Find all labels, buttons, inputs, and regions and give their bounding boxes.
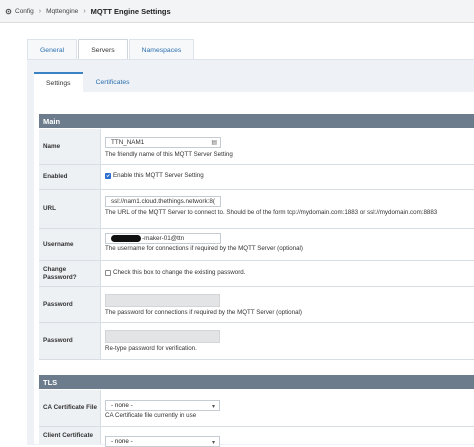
enabled-text: Enable this MQTT Server Setting	[113, 172, 204, 179]
breadcrumb-bar: Config › Mqttengine › MQTT Engine Settin…	[0, 0, 474, 23]
password-confirm-input[interactable]	[105, 330, 220, 343]
password-confirm-help: Re-type password for verification.	[105, 345, 197, 352]
page-title: MQTT Engine Settings	[90, 6, 171, 16]
tab-certificates[interactable]: Certificates	[83, 72, 142, 92]
change-password-text: Check this box to change the existing pa…	[113, 269, 246, 276]
redacted-block	[111, 235, 141, 242]
row-change-password: Change Password? Check this box to change…	[39, 261, 474, 287]
username-value: -maker-01@ttn	[142, 235, 185, 242]
password-input[interactable]	[105, 294, 220, 307]
name-label: Name	[39, 129, 101, 164]
username-label: Username	[39, 229, 101, 260]
password-help: The password for connections if required…	[105, 309, 302, 316]
section-main-header: Main	[39, 114, 474, 128]
change-password-label: Change Password?	[39, 261, 101, 286]
chevron-down-icon: ▾	[211, 404, 215, 410]
username-input[interactable]: -maker-01@ttn	[105, 233, 221, 244]
sub-tabs: Settings Certificates	[34, 72, 143, 92]
url-label: URL	[39, 190, 101, 228]
breadcrumb-config[interactable]: Config	[15, 8, 34, 15]
checkbox-checked-icon	[105, 172, 111, 179]
tab-settings[interactable]: Settings	[34, 72, 83, 92]
row-enabled: Enabled Enable this MQTT Server Setting	[39, 165, 474, 190]
row-client-certificate: Client Certificate - none - ▾	[39, 427, 474, 447]
tab-servers[interactable]: Servers	[78, 39, 128, 60]
ca-certificate-help: CA Certificate file currently in use	[105, 412, 197, 419]
password-confirm-label: Password	[39, 323, 101, 359]
checkbox-empty-icon	[105, 269, 111, 276]
row-username: Username -maker-01@ttn The username for …	[39, 229, 474, 261]
name-value: TTN_NAM1	[111, 139, 145, 146]
chevron-down-icon: ▾	[211, 440, 215, 446]
row-password-confirm: Password Re-type password for verificati…	[39, 323, 474, 360]
client-certificate-select[interactable]: - none - ▾	[105, 436, 220, 447]
password-label: Password	[39, 287, 101, 322]
url-help: The URL of the MQTT Server to connect to…	[105, 209, 438, 216]
enabled-checkbox[interactable]: Enable this MQTT Server Setting	[105, 172, 204, 179]
enabled-label: Enabled	[39, 165, 101, 189]
client-certificate-label: Client Certificate	[39, 427, 101, 444]
row-password: Password The password for connections if…	[39, 287, 474, 323]
name-help: The friendly name of this MQTT Server Se…	[105, 151, 233, 158]
gear-icon	[5, 8, 12, 14]
section-tls-header: TLS	[39, 375, 474, 389]
row-url: URL ssl://nam1.cloud.thethings.network:8…	[39, 190, 474, 229]
username-help: The username for connections if required…	[105, 245, 303, 252]
ca-certificate-value: - none -	[111, 402, 133, 409]
row-name: Name TTN_NAM1 ▤ The friendly name of thi…	[39, 129, 474, 165]
top-tabs: General Servers Namespaces	[27, 39, 195, 60]
card-icon: ▤	[211, 140, 217, 146]
breadcrumb-module[interactable]: Mqttengine	[46, 8, 78, 15]
name-input[interactable]: TTN_NAM1 ▤	[105, 137, 221, 148]
chevron-right-icon: ›	[38, 7, 42, 15]
change-password-checkbox[interactable]: Check this box to change the existing pa…	[105, 269, 245, 276]
tab-general[interactable]: General	[27, 39, 78, 60]
ca-certificate-select[interactable]: - none - ▾	[105, 400, 220, 411]
tab-namespaces[interactable]: Namespaces	[128, 39, 195, 60]
chevron-right-icon: ›	[83, 7, 86, 15]
ca-certificate-label: CA Certificate File	[39, 390, 101, 426]
change-password-label-line1: Change	[43, 265, 67, 273]
row-ca-certificate: CA Certificate File - none - ▾ CA Certif…	[39, 390, 474, 427]
url-input[interactable]: ssl://nam1.cloud.thethings.network:8(	[105, 196, 221, 207]
change-password-label-line2: Password?	[43, 273, 77, 281]
